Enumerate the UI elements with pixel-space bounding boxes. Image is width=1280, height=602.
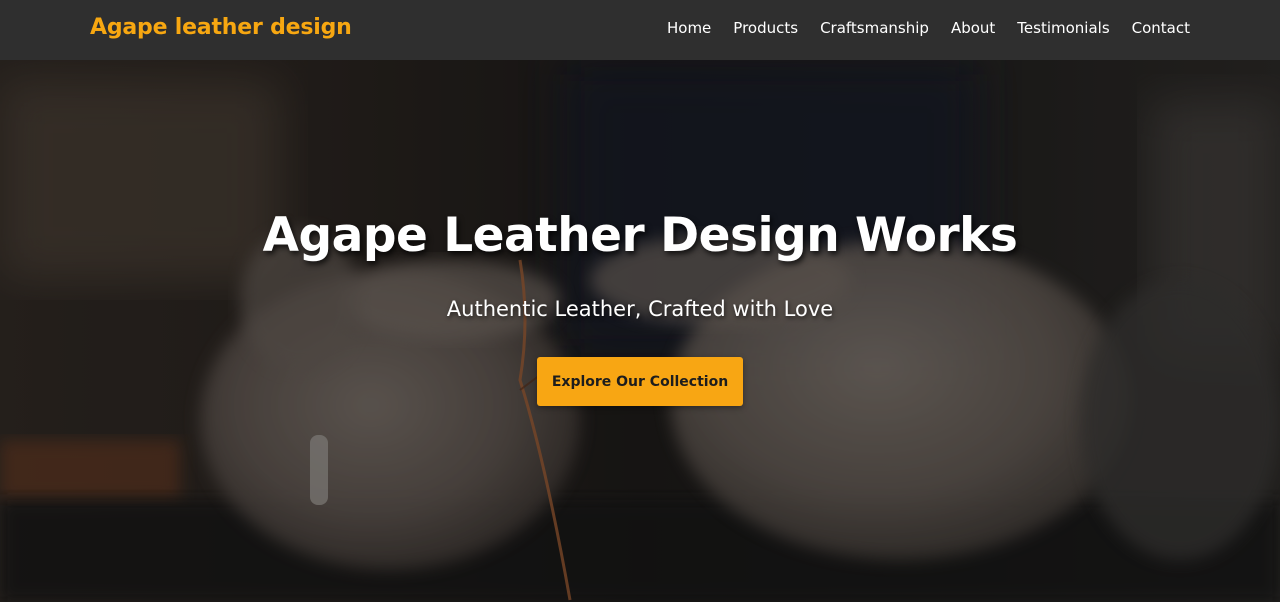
nav-link-home[interactable]: Home: [667, 19, 711, 37]
brand-logo-text[interactable]: Agape leather design: [90, 15, 352, 40]
hero-subtitle: Authentic Leather, Crafted with Love: [446, 297, 834, 321]
nav-links: Home Products Craftsmanship About Testim…: [667, 19, 1190, 37]
nav-link-products[interactable]: Products: [733, 19, 798, 37]
nav-link-craftsmanship[interactable]: Craftsmanship: [820, 19, 929, 37]
hero-title: Agape Leather Design Works: [262, 208, 1018, 263]
hero-section: Agape Leather Design Works Authentic Lea…: [0, 60, 1280, 602]
explore-collection-button[interactable]: Explore Our Collection: [537, 357, 743, 406]
page: Agape leather design Home Products Craft…: [0, 0, 1280, 602]
hero-content: Agape Leather Design Works Authentic Lea…: [0, 60, 1280, 602]
nav-link-about[interactable]: About: [951, 19, 995, 37]
nav-link-testimonials[interactable]: Testimonials: [1017, 19, 1109, 37]
nav-link-contact[interactable]: Contact: [1132, 19, 1190, 37]
navbar: Agape leather design Home Products Craft…: [0, 0, 1280, 60]
